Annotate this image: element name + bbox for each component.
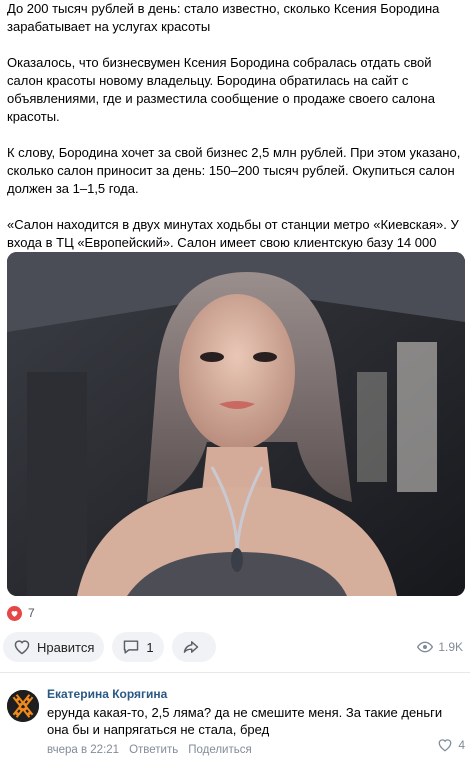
portrait-photo [7,252,465,596]
views-count: 1.9K [438,640,463,654]
views-counter: 1.9K [417,640,463,654]
reactions-count: 7 [28,606,35,620]
like-button[interactable]: Нравится [3,632,105,662]
post-photo[interactable] [7,252,465,596]
comment-meta: вчера в 22:21 Ответить Поделиться [47,744,465,756]
share-icon [183,641,198,653]
comment-author[interactable]: Екатерина Корягина [47,686,465,702]
like-label: Нравится [37,639,95,655]
divider [0,672,470,673]
post-actions: Нравится 1 1.9K [3,632,465,662]
avatar[interactable] [7,690,39,722]
post-paragraph-3: К слову, Бородина хочет за свой бизнес 2… [7,145,461,196]
heart-outline-icon [438,739,452,752]
comment-like-button[interactable]: 4 [437,738,465,752]
heart-outline-icon [14,640,30,655]
reply-button[interactable]: Ответить [129,744,178,756]
post-paragraph-2: Оказалось, что бизнесвумен Ксения Бороди… [7,55,435,124]
comment-likes-count: 4 [458,738,465,752]
post-paragraph-1: До 200 тысяч рублей в день: стало извест… [7,1,440,34]
comment-icon [124,640,139,654]
comment-button[interactable]: 1 [112,632,164,662]
comment-time[interactable]: вчера в 22:21 [47,744,119,756]
heart-icon [7,605,22,621]
comment-body: Екатерина Корягина ерунда какая-то, 2,5 … [47,686,465,756]
comments-count: 1 [146,639,154,655]
eye-icon [417,641,434,653]
reactions-summary[interactable]: 7 [7,605,35,621]
share-comment-button[interactable]: Поделиться [188,744,252,756]
ribbon-avatar-icon [7,690,39,722]
comment-text: ерунда какая-то, 2,5 ляма? да не смешите… [47,705,443,737]
share-button[interactable] [171,632,216,662]
